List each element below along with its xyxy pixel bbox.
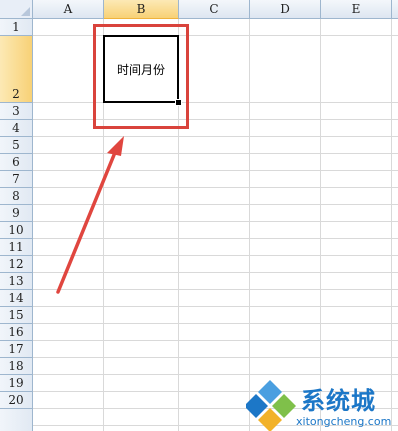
column-header-d[interactable]: D: [250, 0, 321, 19]
column-header-b[interactable]: B: [104, 0, 179, 19]
row-divider: [33, 340, 398, 341]
row-divider: [33, 323, 398, 324]
row-header-6[interactable]: 6: [0, 154, 33, 171]
column-header-a[interactable]: A: [33, 0, 104, 19]
column-header-e[interactable]: E: [321, 0, 392, 19]
spreadsheet-grid: A B C D E 1 2 3 4 5 6 7 8 9 10 11 12 13 …: [0, 0, 398, 431]
row-divider: [33, 119, 398, 120]
row-divider: [33, 35, 398, 36]
row-divider: [33, 221, 398, 222]
row-header-14[interactable]: 14: [0, 290, 33, 307]
row-divider: [33, 374, 398, 375]
row-header-7[interactable]: 7: [0, 171, 33, 188]
annotation-arrow: [56, 136, 124, 294]
row-divider: [33, 238, 398, 239]
row-header-4[interactable]: 4: [0, 120, 33, 137]
row-header-20[interactable]: 20: [0, 392, 33, 409]
watermark-site: xitongcheng.com: [296, 415, 392, 428]
row-header-12[interactable]: 12: [0, 256, 33, 273]
select-all-triangle-icon: [21, 7, 30, 16]
row-divider: [33, 272, 398, 273]
row-header-5[interactable]: 5: [0, 137, 33, 154]
row-header-1[interactable]: 1: [0, 19, 33, 36]
row-header-9[interactable]: 9: [0, 205, 33, 222]
row-header-21[interactable]: [0, 409, 33, 431]
row-divider: [33, 153, 398, 154]
row-header-15[interactable]: 15: [0, 307, 33, 324]
row-divider: [33, 204, 398, 205]
row-header-3[interactable]: 3: [0, 103, 33, 120]
row-divider: [33, 187, 398, 188]
row-header-2[interactable]: 2: [0, 36, 33, 103]
row-header-16[interactable]: 16: [0, 324, 33, 341]
col-divider: [391, 19, 392, 431]
highlight-box: [93, 24, 189, 129]
row-divider: [33, 289, 398, 290]
row-divider: [33, 102, 398, 103]
row-divider: [33, 136, 398, 137]
column-header-c[interactable]: C: [179, 0, 250, 19]
row-header-13[interactable]: 13: [0, 273, 33, 290]
col-divider: [320, 19, 321, 431]
row-divider: [33, 255, 398, 256]
row-header-19[interactable]: 19: [0, 375, 33, 392]
row-header-8[interactable]: 8: [0, 188, 33, 205]
row-divider: [33, 170, 398, 171]
row-header-10[interactable]: 10: [0, 222, 33, 239]
row-divider: [33, 306, 398, 307]
row-header-18[interactable]: 18: [0, 358, 33, 375]
column-header-f[interactable]: [392, 0, 398, 19]
row-header-11[interactable]: 11: [0, 239, 33, 256]
watermark-brand: 系统城: [301, 387, 376, 415]
select-all-button[interactable]: [0, 0, 33, 19]
col-divider: [249, 19, 250, 431]
row-header-17[interactable]: 17: [0, 341, 33, 358]
row-divider: [33, 357, 398, 358]
